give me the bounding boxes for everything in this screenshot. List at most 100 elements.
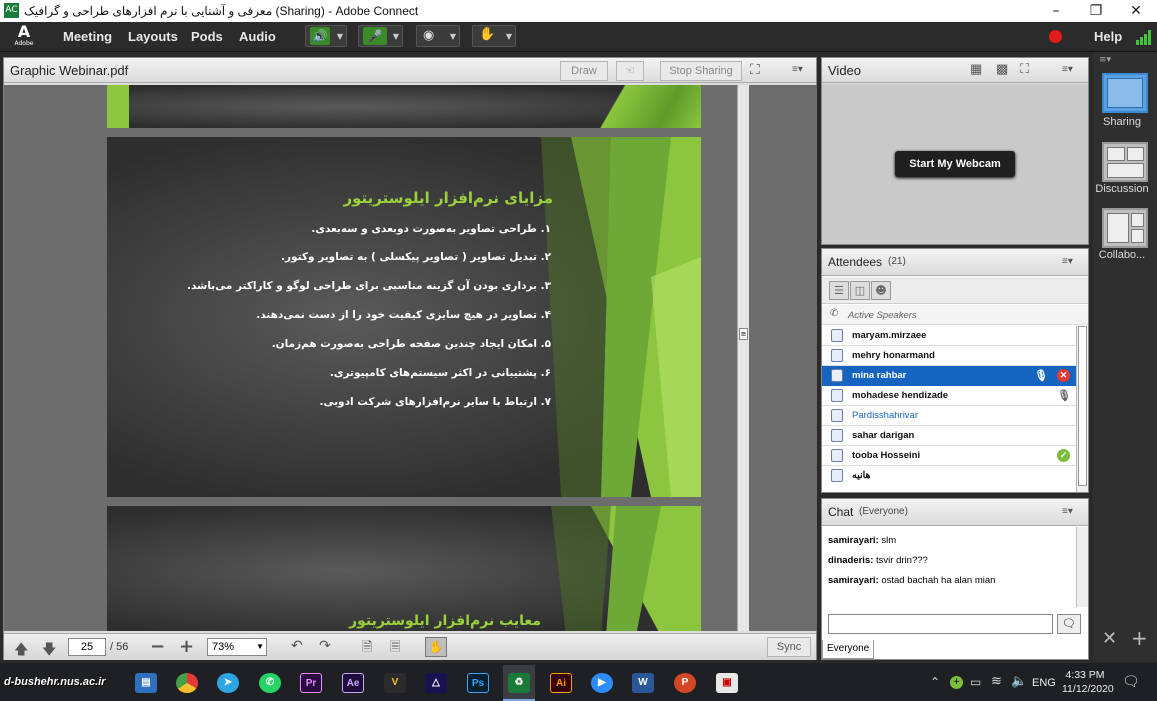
slide-item-2: ۲. تبدیل تصاویر ( تصاویر پیکسلی ) به تصا…: [281, 251, 551, 263]
speaker-button[interactable]: 🔊 ▼: [305, 25, 347, 47]
rotate-left-icon[interactable]: ↶: [291, 638, 303, 654]
chevron-down-icon[interactable]: ▼: [337, 32, 343, 41]
recording-indicator-icon[interactable]: [1049, 30, 1062, 43]
zoom-in-icon[interactable]: +: [179, 636, 194, 657]
raise-hand-button[interactable]: ✋ ▼: [472, 25, 516, 47]
word-icon[interactable]: W: [632, 673, 654, 693]
layout-collaboration[interactable]: [1102, 208, 1148, 248]
vpn-icon[interactable]: +: [950, 676, 963, 689]
chevron-down-icon[interactable]: ▼: [506, 32, 512, 41]
pod-options-icon[interactable]: ≡▾: [1062, 506, 1073, 517]
rotate-right-icon[interactable]: ↷: [319, 638, 331, 654]
microphone-icon: 🎙: [1034, 370, 1048, 382]
menu-help[interactable]: Help: [1094, 29, 1122, 44]
fullscreen-icon[interactable]: ⛶: [1020, 61, 1029, 77]
single-page-icon[interactable]: 🗎: [362, 638, 372, 660]
whatsapp-icon[interactable]: ✆: [259, 673, 281, 693]
page-number-input[interactable]: [68, 638, 106, 656]
file-explorer-icon[interactable]: ▤: [135, 673, 157, 693]
status-view-icon[interactable]: ☻: [871, 281, 891, 300]
layout-sharing[interactable]: [1102, 73, 1148, 113]
chevron-down-icon[interactable]: ▼: [393, 32, 399, 41]
pod-options-icon[interactable]: ≡▾: [1062, 256, 1073, 267]
vector-app-icon[interactable]: V: [384, 673, 406, 693]
draw-button[interactable]: Draw: [560, 61, 608, 81]
attendee-row[interactable]: tooba Hosseini ✓: [822, 446, 1076, 466]
pod-options-icon[interactable]: ≡▾: [792, 64, 803, 75]
zoom-out-icon[interactable]: −: [150, 636, 165, 657]
delete-layout-icon[interactable]: ✕: [1102, 628, 1117, 649]
stop-sharing-button[interactable]: Stop Sharing: [660, 61, 742, 81]
telegram-icon[interactable]: ➤: [217, 673, 239, 693]
microphone-button[interactable]: 🎤 ▼: [358, 25, 403, 47]
close-icon[interactable]: ✕: [1116, 0, 1156, 22]
inkscape-icon[interactable]: △: [425, 673, 447, 693]
attendees-pod-header: Attendees (21) ≡▾: [822, 249, 1088, 276]
document-view[interactable]: مزایای نرم‌افزار ایلوستریتور ۱. طراحی تص…: [4, 85, 749, 631]
user-icon: [831, 389, 843, 402]
chat-scrollbar[interactable]: [1076, 527, 1088, 607]
previous-page-icon[interactable]: 🡅: [14, 639, 28, 663]
pod-options-icon[interactable]: ≡▾: [1062, 64, 1073, 75]
attendee-row[interactable]: sahar darigan: [822, 426, 1076, 446]
photoshop-icon[interactable]: Ps: [467, 673, 489, 693]
layout-discussion[interactable]: [1102, 142, 1148, 182]
notifications-icon[interactable]: 🗨: [1122, 674, 1140, 690]
slide-title: مزایای نرم‌افزار ایلوستریتور: [343, 189, 553, 207]
chevron-down-icon[interactable]: ▼: [450, 32, 456, 41]
filmstrip-view-icon[interactable]: ▩: [996, 61, 1008, 77]
attendee-row[interactable]: هانیه: [822, 466, 1076, 490]
multi-page-icon[interactable]: 🗏: [390, 638, 400, 660]
zoom-icon[interactable]: ▶: [591, 673, 613, 693]
attendee-row-selected[interactable]: mina rahbar 🎙 ✕: [822, 366, 1076, 386]
sync-button[interactable]: Sync: [767, 637, 811, 657]
media-player-icon[interactable]: ▣: [716, 673, 738, 693]
send-message-icon[interactable]: 🗨: [1057, 614, 1081, 634]
attendee-row[interactable]: Pardisshahrivar: [822, 406, 1076, 426]
premiere-icon[interactable]: Pr: [300, 673, 322, 693]
next-page-icon[interactable]: 🡇: [42, 639, 56, 663]
add-layout-icon[interactable]: +: [1131, 626, 1148, 650]
slide-decoration: [551, 506, 701, 631]
menu-pods[interactable]: Pods: [191, 29, 223, 44]
list-view-icon[interactable]: ☰: [829, 281, 849, 300]
pointer-icon: ☜: [625, 65, 635, 77]
webcam-button[interactable]: ◉ ▼: [416, 25, 460, 47]
scrollbar-thumb[interactable]: [1078, 326, 1087, 486]
fullscreen-icon[interactable]: ⛶: [750, 61, 760, 78]
powerpoint-icon[interactable]: P: [674, 673, 696, 693]
clock-date: 11/12/2020: [1062, 683, 1114, 695]
battery-icon[interactable]: ▭: [970, 675, 981, 689]
zoom-select[interactable]: 73% ▼: [207, 638, 267, 656]
hand-tool-icon[interactable]: ✋: [425, 637, 447, 657]
document-scrollbar[interactable]: ≡: [737, 85, 749, 631]
chat-recipient-tab[interactable]: Everyone: [822, 640, 874, 659]
chat-input[interactable]: [828, 614, 1053, 634]
breakout-icon[interactable]: ◫: [850, 281, 870, 300]
adobe-connect-taskbar-icon[interactable]: ♻: [508, 673, 530, 693]
clock[interactable]: 4:33 PM 11/12/2020: [1062, 669, 1114, 695]
layouts-menu-icon[interactable]: ≡▾: [1099, 55, 1111, 65]
illustrator-icon[interactable]: Ai: [550, 673, 572, 693]
attendee-row[interactable]: mehry honarmand: [822, 346, 1076, 366]
maximize-icon[interactable]: ❐: [1076, 0, 1116, 22]
menu-meeting[interactable]: Meeting: [63, 29, 112, 44]
menu-audio[interactable]: Audio: [239, 29, 276, 44]
show-hidden-icons-icon[interactable]: ⌃: [930, 675, 940, 689]
attendee-row[interactable]: mohadese hendizade 🎙: [822, 386, 1076, 406]
after-effects-icon[interactable]: Ae: [342, 673, 364, 693]
attendee-row[interactable]: maryam.mirzaee: [822, 326, 1076, 346]
volume-icon[interactable]: 🔈: [1011, 674, 1027, 689]
minimize-icon[interactable]: –: [1036, 0, 1076, 22]
chrome-icon[interactable]: [176, 673, 198, 693]
start-webcam-button[interactable]: Start My Webcam: [895, 151, 1015, 177]
pointer-tool-button[interactable]: ☜: [616, 61, 644, 81]
layout-thumbnail: [1131, 229, 1144, 243]
grid-view-icon[interactable]: ▦: [970, 61, 982, 77]
menu-layouts[interactable]: Layouts: [128, 29, 178, 44]
attendees-scrollbar[interactable]: [1076, 326, 1088, 492]
wifi-icon[interactable]: ≋: [991, 674, 1002, 689]
scrollbar-thumb[interactable]: ≡: [739, 328, 748, 340]
language-indicator[interactable]: ENG: [1032, 677, 1056, 689]
attendee-name: tooba Hosseini: [852, 450, 921, 461]
